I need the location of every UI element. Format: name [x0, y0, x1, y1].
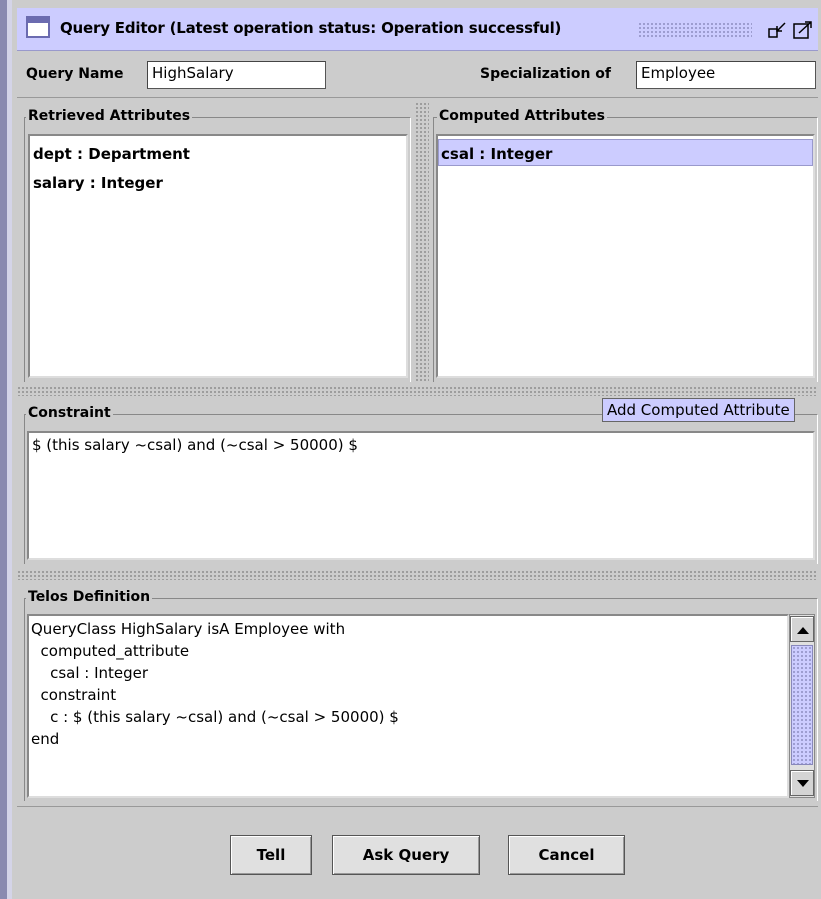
retrieved-title: Retrieved Attributes	[26, 108, 193, 124]
telos-line: QueryClass HighSalary isA Employee with	[31, 620, 346, 638]
computed-title: Computed Attributes	[437, 108, 607, 124]
tell-button[interactable]: Tell	[230, 835, 312, 875]
window-icon	[26, 16, 50, 38]
minimize-icon[interactable]	[767, 20, 789, 40]
title-grip	[638, 22, 752, 39]
telos-line: end	[31, 730, 60, 748]
arrow-down-icon[interactable]	[790, 770, 814, 796]
query-name-field[interactable]: HighSalary	[147, 61, 326, 89]
add-computed-attribute-tooltip: Add Computed Attribute	[602, 398, 795, 422]
vertical-splitter[interactable]	[415, 102, 429, 382]
query-name-label: Query Name	[26, 66, 124, 82]
cancel-button[interactable]: Cancel	[508, 835, 625, 875]
window-frame-left	[0, 0, 7, 899]
scrollbar-thumb[interactable]	[791, 645, 813, 765]
telos-line: csal : Integer	[31, 664, 149, 682]
maximize-icon[interactable]	[792, 20, 814, 40]
retrieved-item[interactable]: salary : Integer	[33, 174, 163, 192]
arrow-up-icon[interactable]	[790, 616, 814, 642]
computed-item[interactable]: csal : Integer	[441, 145, 552, 163]
retrieved-item[interactable]: dept : Department	[33, 145, 190, 163]
telos-line: c : $ (this salary ~csal) and (~csal > 5…	[31, 708, 399, 726]
specialization-field[interactable]: Employee	[636, 61, 816, 89]
telos-line: computed_attribute	[31, 642, 190, 660]
retrieved-list[interactable]	[28, 134, 408, 378]
specialization-label: Specialization of	[480, 66, 611, 82]
ask-query-button[interactable]: Ask Query	[332, 835, 480, 875]
window-title: Query Editor (Latest operation status: O…	[60, 19, 562, 37]
computed-list[interactable]	[436, 134, 815, 378]
telos-text: QueryClass HighSalary isA Employee with …	[31, 618, 399, 750]
horizontal-splitter[interactable]	[17, 386, 818, 396]
telos-line: constraint	[31, 686, 117, 704]
telos-title: Telos Definition	[26, 589, 153, 605]
horizontal-splitter[interactable]	[17, 570, 818, 580]
constraint-title: Constraint	[26, 405, 113, 421]
constraint-text: $ (this salary ~csal) and (~csal > 50000…	[32, 436, 358, 454]
